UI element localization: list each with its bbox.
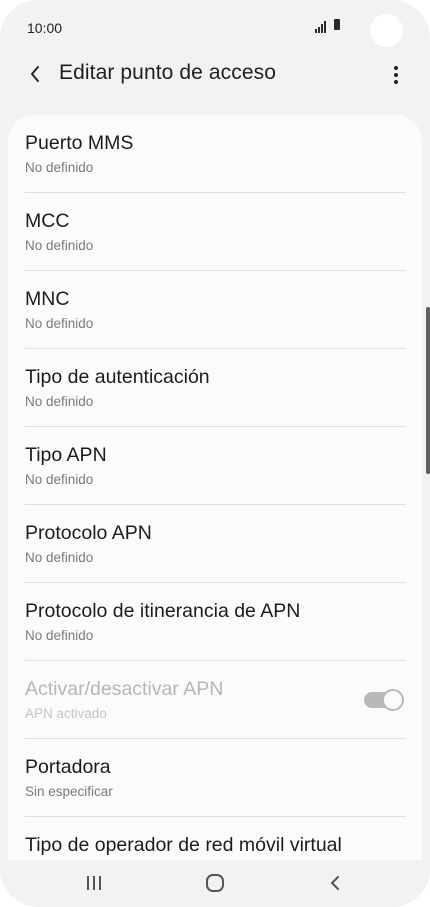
setting-title: MCC	[25, 210, 70, 232]
setting-title: Protocolo APN	[25, 522, 152, 544]
setting-portadora[interactable]: Portadora Sin especificar	[8, 739, 422, 817]
apn-toggle-switch[interactable]	[364, 689, 404, 711]
setting-summary: APN activado	[25, 706, 107, 721]
home-icon[interactable]	[205, 874, 225, 897]
recents-icon[interactable]	[84, 874, 104, 897]
setting-summary: No definido	[25, 316, 94, 331]
navigation-bar	[0, 860, 430, 907]
scrollbar[interactable]	[426, 307, 430, 474]
setting-summary: Sin especificar	[25, 784, 113, 799]
setting-summary: No definido	[25, 238, 94, 253]
setting-title: Portadora	[25, 756, 111, 778]
setting-protocolo-apn[interactable]: Protocolo APN No definido	[8, 505, 422, 583]
phone-screen: 10:00 Editar punto de acceso Puerto MMS …	[0, 0, 430, 907]
setting-activar-desactivar-apn[interactable]: Activar/desactivar APN APN activado	[8, 661, 422, 739]
chevron-left-icon	[31, 66, 39, 82]
status-time: 10:00	[27, 20, 63, 36]
setting-title: MNC	[25, 288, 70, 310]
setting-mcc[interactable]: MCC No definido	[8, 193, 422, 271]
setting-puerto-mms[interactable]: Puerto MMS No definido	[8, 115, 422, 193]
setting-summary: No definido	[25, 550, 94, 565]
more-vert-icon	[394, 66, 398, 70]
setting-summary: No definido	[25, 628, 94, 643]
signal-icon	[315, 20, 329, 38]
setting-title: Tipo de operador de red móvil virtual	[25, 834, 342, 856]
setting-tipo-operador-mvno[interactable]: Tipo de operador de red móvil virtual	[8, 817, 422, 860]
back-icon[interactable]	[328, 874, 344, 897]
page-title: Editar punto de acceso	[59, 61, 277, 84]
setting-title: Activar/desactivar APN	[25, 678, 224, 700]
setting-title: Protocolo de itinerancia de APN	[25, 600, 301, 622]
battery-icon	[334, 19, 340, 30]
more-options-button[interactable]	[386, 62, 406, 88]
setting-mnc[interactable]: MNC No definido	[8, 271, 422, 349]
setting-summary: No definido	[25, 394, 94, 409]
setting-title: Tipo de autenticación	[25, 366, 210, 388]
setting-title: Puerto MMS	[25, 132, 134, 154]
setting-tipo-apn[interactable]: Tipo APN No definido	[8, 427, 422, 505]
setting-summary: No definido	[25, 160, 94, 175]
app-bar: Editar punto de acceso	[0, 50, 430, 100]
setting-protocolo-itinerancia-apn[interactable]: Protocolo de itinerancia de APN No defin…	[8, 583, 422, 661]
setting-title: Tipo APN	[25, 444, 107, 466]
settings-list: Puerto MMS No definido MCC No definido M…	[8, 115, 422, 860]
setting-summary: No definido	[25, 472, 94, 487]
toggle-thumb	[382, 689, 404, 711]
camera-cutout	[370, 14, 403, 47]
back-button[interactable]	[24, 61, 46, 87]
status-bar: 10:00	[0, 0, 430, 50]
setting-tipo-autenticacion[interactable]: Tipo de autenticación No definido	[8, 349, 422, 427]
